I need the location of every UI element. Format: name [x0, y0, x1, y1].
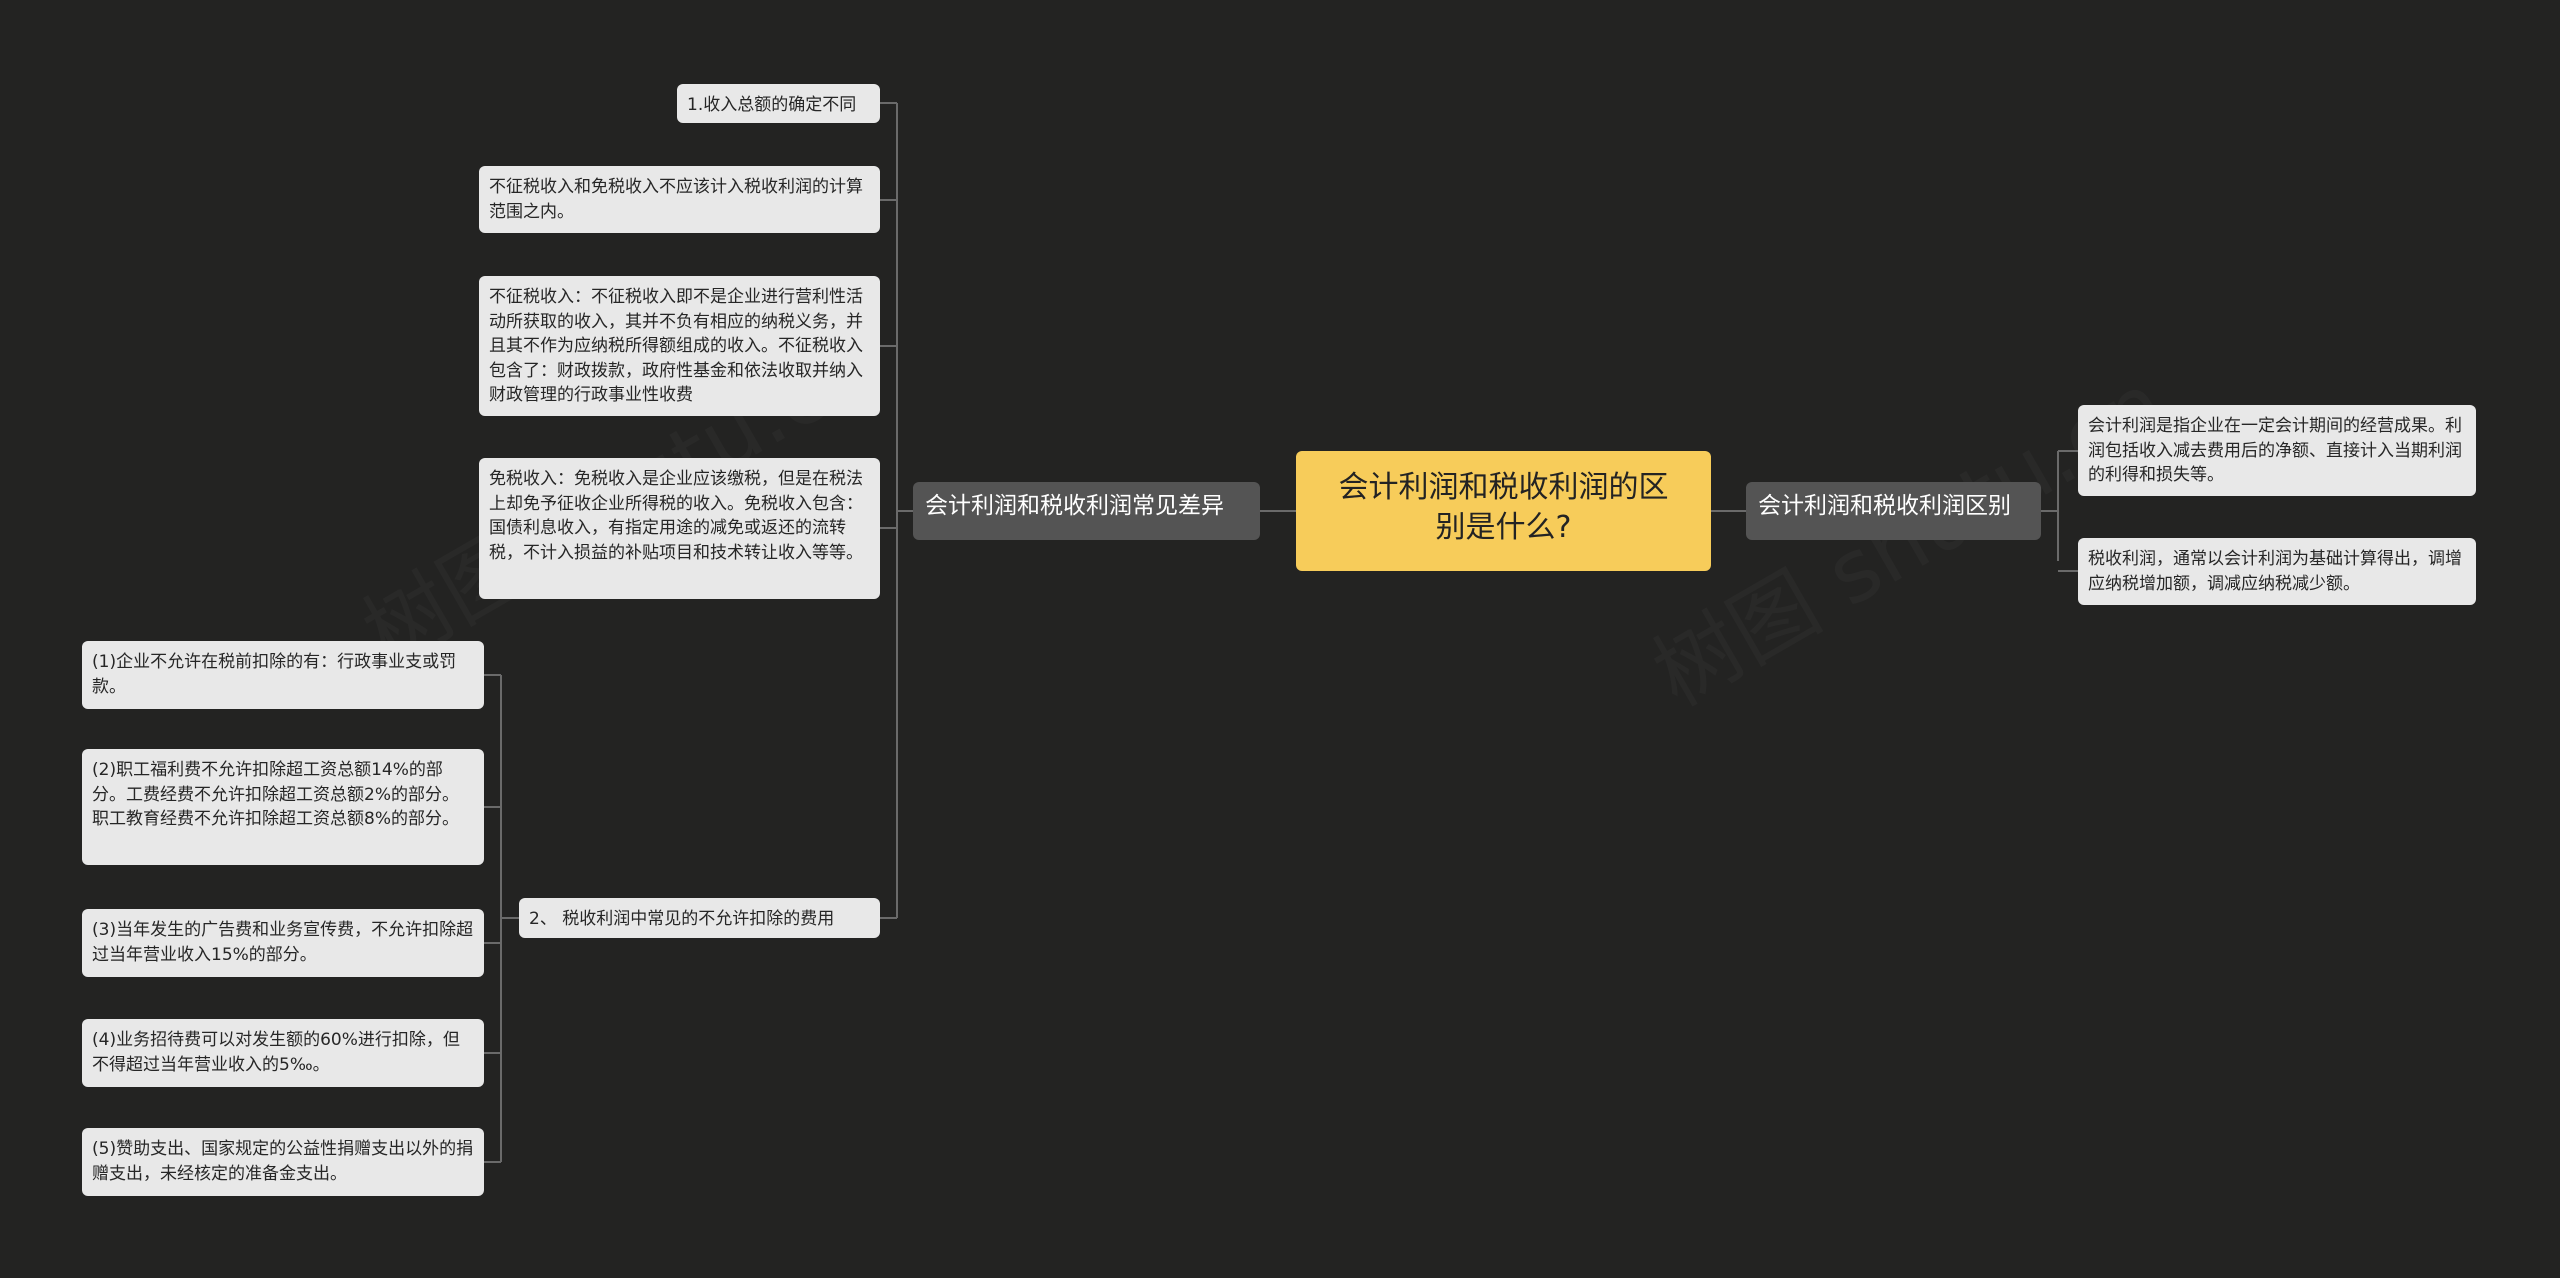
leaf-tax-profit[interactable]: 税收利润，通常以会计利润为基础计算得出，调增应纳税增加额，调减应纳税减少额。 [2078, 538, 2476, 605]
leaf-nontaxable-income[interactable]: 不征税收入：不征税收入即不是企业进行营利性活动所获取的收入，其并不负有相应的纳税… [479, 276, 880, 416]
sub-leaf-5[interactable]: (5)赞助支出、国家规定的公益性捐赠支出以外的捐赠支出，未经核定的准备金支出。 [82, 1128, 484, 1196]
leaf-nondeductible-expenses[interactable]: 2、 税收利润中常见的不允许扣除的费用 [519, 898, 880, 938]
sub-leaf-3[interactable]: (3)当年发生的广告费和业务宣传费，不允许扣除超过当年营业收入15%的部分。 [82, 909, 484, 977]
sub-leaf-4[interactable]: (4)业务招待费可以对发生额的60%进行扣除，但不得超过当年营业收入的5‰。 [82, 1019, 484, 1087]
link-right-items [2041, 450, 2078, 572]
sub-leaf-1[interactable]: (1)企业不允许在税前扣除的有：行政事业支或罚款。 [82, 641, 484, 709]
branch-common-differences[interactable]: 会计利润和税收利润常见差异 [913, 482, 1260, 540]
leaf-nontaxable-exempt-income[interactable]: 不征税收入和免税收入不应该计入税收利润的计算范围之内。 [479, 166, 880, 233]
leaf-exempt-income[interactable]: 免税收入：免税收入是企业应该缴税，但是在税法上却免予征收企业所得税的收入。免税收… [479, 458, 880, 599]
leaf-income-total-difference[interactable]: 1.收入总额的确定不同 [677, 84, 880, 123]
branch-accounting-vs-tax-difference[interactable]: 会计利润和税收利润区别 [1746, 482, 2041, 540]
link-sub-items [484, 674, 519, 1163]
link-left-items [880, 102, 913, 919]
sub-leaf-2[interactable]: (2)职工福利费不允许扣除超工资总额14%的部分。工费经费不允许扣除超工资总额2… [82, 749, 484, 865]
leaf-accounting-profit[interactable]: 会计利润是指企业在一定会计期间的经营成果。利润包括收入减去费用后的净额、直接计入… [2078, 405, 2476, 496]
central-topic[interactable]: 会计利润和税收利润的区别是什么? [1296, 451, 1711, 571]
